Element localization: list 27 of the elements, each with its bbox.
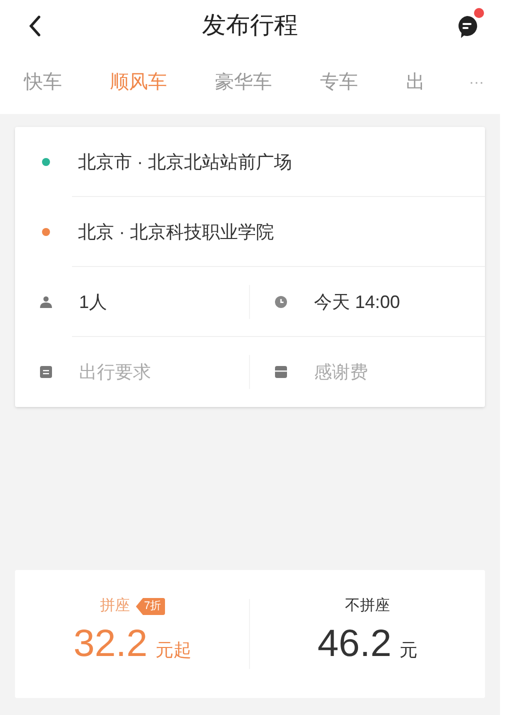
page-title: 发布行程 [202,11,298,41]
wallet-icon [275,366,287,378]
more-icon[interactable]: ··· [469,72,484,94]
back-icon[interactable] [28,14,42,38]
fare-label: 拼座 [100,596,130,616]
field-value[interactable]: 今天 14:00 [314,288,400,316]
tab[interactable]: 专车 [320,68,358,98]
fare-option[interactable]: 不拼座 46.2 元 [250,595,485,673]
fare-label: 不拼座 [345,596,390,616]
fare-option[interactable]: 拼座 7折 32.2 元起 [15,595,250,673]
field-placeholder[interactable]: 出行要求 [79,358,151,386]
field-value[interactable]: 1人 [79,288,108,316]
clock-icon [275,296,287,308]
fare-price: 46.2 [318,622,392,667]
tab[interactable]: 快车 [24,68,62,98]
tab[interactable]: 豪华车 [215,68,272,98]
person-icon [40,296,52,308]
location-text[interactable]: 北京市 · 北京北站站前广场 [78,148,292,176]
note-icon [40,366,52,378]
fare-unit: 元起 [155,638,192,662]
tab[interactable]: 出 [406,68,425,98]
tab[interactable]: 顺风车 [110,68,167,98]
discount-tag: 7折 [136,598,166,615]
location-text[interactable]: 北京 · 北京科技职业学院 [78,218,274,246]
fare-unit: 元 [399,638,418,662]
field-placeholder[interactable]: 感谢费 [314,358,368,386]
fare-price: 32.2 [74,622,148,667]
